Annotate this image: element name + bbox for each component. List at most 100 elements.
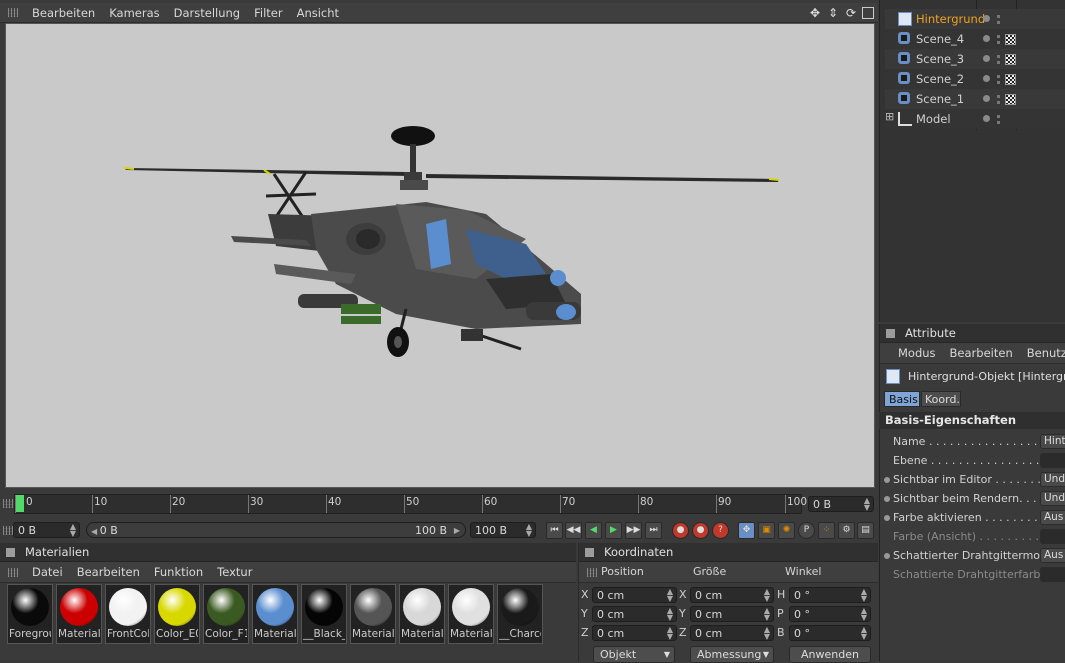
material-swatch[interactable]: Color_E0 bbox=[154, 584, 200, 644]
materials-menu-bearbeiten[interactable]: Bearbeiten bbox=[77, 565, 140, 579]
object-name[interactable]: Scene_4 bbox=[916, 32, 964, 46]
move-icon[interactable]: ✥ bbox=[808, 6, 822, 20]
prev-key-button[interactable]: ◀◀ bbox=[565, 522, 582, 539]
object-row[interactable]: Model ⊞ bbox=[885, 109, 1065, 129]
object-row[interactable]: Scene_1 bbox=[885, 89, 1065, 109]
size-y-field[interactable]: 0 cm ▲ ▼ bbox=[690, 606, 774, 622]
expand-plus-icon[interactable]: ⊞ bbox=[885, 110, 894, 123]
object-name[interactable]: Scene_2 bbox=[916, 72, 964, 86]
object-row[interactable]: Scene_3 bbox=[885, 49, 1065, 69]
size-x-field[interactable]: 0 cm ▲ ▼ bbox=[690, 587, 774, 603]
materials-grip-icon[interactable] bbox=[8, 567, 18, 577]
attribute-value[interactable]: Aus bbox=[1040, 510, 1065, 525]
menu-bearbeiten[interactable]: Bearbeiten bbox=[32, 6, 95, 20]
timeline-icon[interactable]: ▤ bbox=[857, 522, 874, 539]
material-swatch[interactable]: Color_F1 bbox=[203, 584, 249, 644]
render-dots-icon[interactable] bbox=[997, 112, 1000, 124]
measure-mode-dropdown[interactable]: Abmessung ▼ bbox=[690, 646, 774, 663]
material-swatch[interactable]: __Black_ bbox=[301, 584, 347, 644]
menu-darstellung[interactable]: Darstellung bbox=[174, 6, 240, 20]
panel-square-icon[interactable] bbox=[886, 328, 895, 338]
visibility-dot-icon[interactable] bbox=[983, 115, 990, 122]
keyframe-help-icon[interactable]: ? bbox=[712, 522, 729, 539]
timeline-ruler[interactable]: 0 10 20 30 40 50 60 70 80 90 100 bbox=[14, 494, 807, 514]
panel-square-icon[interactable] bbox=[585, 547, 594, 557]
move-tool-icon[interactable]: ✥ bbox=[738, 522, 755, 539]
position-z-field[interactable]: 0 cm ▲ ▼ bbox=[592, 625, 677, 641]
menu-filter[interactable]: Filter bbox=[254, 6, 282, 20]
maximize-icon[interactable] bbox=[862, 7, 874, 19]
object-row[interactable]: Hintergrund bbox=[885, 9, 1065, 29]
attribute-value[interactable] bbox=[1040, 567, 1065, 582]
autokey-icon[interactable]: ● bbox=[692, 522, 709, 539]
panel-square-icon[interactable] bbox=[6, 547, 15, 557]
animation-dot-icon[interactable] bbox=[884, 477, 890, 483]
render-dots-icon[interactable] bbox=[997, 72, 1000, 84]
render-dots-icon[interactable] bbox=[997, 12, 1000, 24]
next-key-button[interactable]: ▶▶ bbox=[625, 522, 642, 539]
goto-end-button[interactable]: ⏭ bbox=[645, 522, 662, 539]
attribute-value[interactable]: Aus bbox=[1040, 548, 1065, 563]
object-name[interactable]: Scene_1 bbox=[916, 92, 964, 106]
visibility-dot-icon[interactable] bbox=[983, 95, 990, 102]
animation-dot-icon[interactable] bbox=[884, 553, 890, 559]
timeline-grip-icon[interactable] bbox=[3, 499, 13, 508]
rotate-tool-icon[interactable]: ✺ bbox=[778, 522, 795, 539]
param-tool-icon[interactable]: P bbox=[798, 522, 815, 539]
attribute-value[interactable]: Hinte bbox=[1040, 434, 1065, 449]
visibility-dot-icon[interactable] bbox=[983, 15, 990, 22]
size-z-field[interactable]: 0 cm ▲ ▼ bbox=[690, 625, 774, 641]
material-swatch[interactable]: Material3 bbox=[399, 584, 445, 644]
animation-dot-icon[interactable] bbox=[884, 496, 890, 502]
start-frame-field[interactable]: 0 B ▲ ▼ bbox=[13, 522, 80, 538]
material-swatch[interactable]: __Charco bbox=[497, 584, 543, 644]
visibility-dot-icon[interactable] bbox=[983, 55, 990, 62]
goto-start-button[interactable]: ⏮ bbox=[546, 522, 563, 539]
3d-viewport[interactable] bbox=[5, 23, 875, 488]
materials-menu-textur[interactable]: Textur bbox=[217, 565, 252, 579]
object-name[interactable]: Hintergrund bbox=[916, 12, 985, 26]
record-key-icon[interactable]: ● bbox=[672, 522, 689, 539]
coordinates-grip-icon[interactable] bbox=[587, 567, 597, 577]
material-swatch[interactable]: Material6 bbox=[56, 584, 102, 644]
range-slider[interactable]: ◀ 0 B 100 B ▶ bbox=[86, 522, 466, 538]
tab-koord[interactable]: Koord. bbox=[921, 391, 961, 407]
tab-basis[interactable]: Basis bbox=[884, 391, 920, 407]
attribute-value[interactable] bbox=[1040, 453, 1065, 468]
visibility-dot-icon[interactable] bbox=[983, 75, 990, 82]
grip-icon[interactable] bbox=[8, 8, 18, 17]
render-dots-icon[interactable] bbox=[997, 92, 1000, 104]
playhead[interactable] bbox=[15, 495, 24, 512]
scale-tool-icon[interactable]: ▣ bbox=[758, 522, 775, 539]
attr-menu-benutzer[interactable]: Benutzer bbox=[1027, 346, 1065, 360]
menu-ansicht[interactable]: Ansicht bbox=[297, 6, 339, 20]
play-forward-button[interactable]: ▶ bbox=[605, 522, 622, 539]
render-dots-icon[interactable] bbox=[997, 32, 1000, 44]
visibility-dot-icon[interactable] bbox=[983, 35, 990, 42]
texture-tag-icon[interactable] bbox=[1005, 34, 1016, 45]
attribute-value[interactable]: Und bbox=[1040, 491, 1065, 506]
material-swatch[interactable]: Material4 bbox=[252, 584, 298, 644]
angle-h-field[interactable]: 0 ° ▲ ▼ bbox=[789, 587, 871, 603]
attribute-value[interactable] bbox=[1040, 529, 1065, 544]
object-row[interactable]: Scene_2 bbox=[885, 69, 1065, 89]
angle-b-field[interactable]: 0 ° ▲ ▼ bbox=[789, 625, 871, 641]
texture-tag-icon[interactable] bbox=[1005, 74, 1016, 85]
material-swatch[interactable]: Foregrou bbox=[7, 584, 53, 644]
menu-kameras[interactable]: Kameras bbox=[109, 6, 159, 20]
transport-grip-icon[interactable] bbox=[3, 526, 13, 535]
texture-tag-icon[interactable] bbox=[1005, 54, 1016, 65]
rotate-icon[interactable]: ⟳ bbox=[844, 6, 858, 20]
texture-tag-icon[interactable] bbox=[1005, 94, 1016, 105]
material-swatch[interactable]: Material2 bbox=[350, 584, 396, 644]
material-swatch[interactable]: FrontColo bbox=[105, 584, 151, 644]
attribute-value[interactable]: Und bbox=[1040, 472, 1065, 487]
object-name[interactable]: Scene_3 bbox=[916, 52, 964, 66]
position-x-field[interactable]: 0 cm ▲ ▼ bbox=[592, 587, 677, 603]
zoom-icon[interactable]: ⇕ bbox=[826, 6, 840, 20]
play-backward-button[interactable]: ◀ bbox=[585, 522, 602, 539]
end-frame-field[interactable]: 100 B ▲ ▼ bbox=[470, 522, 536, 538]
render-dots-icon[interactable] bbox=[997, 52, 1000, 64]
position-y-field[interactable]: 0 cm ▲ ▼ bbox=[592, 606, 677, 622]
object-name[interactable]: Model bbox=[916, 112, 951, 126]
